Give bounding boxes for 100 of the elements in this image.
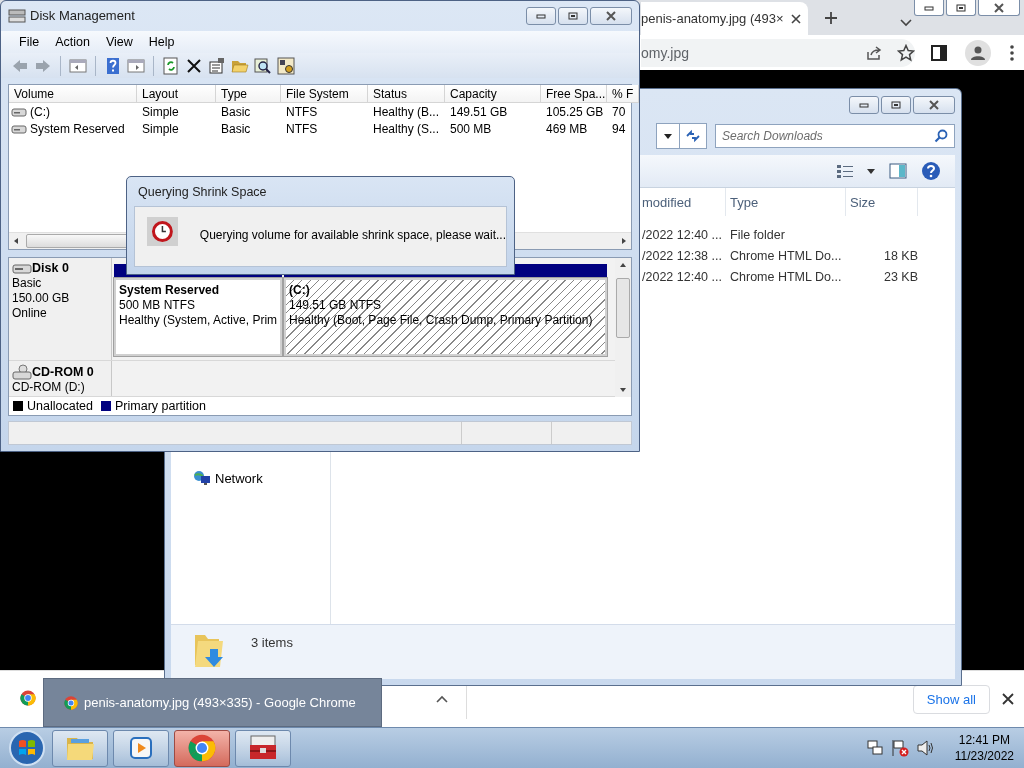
preview-pane-icon[interactable] — [889, 163, 907, 179]
profile-icon[interactable] — [965, 39, 991, 66]
chrome-logo-icon — [20, 689, 36, 706]
clock[interactable]: 12:41 PM 11/23/2022 — [954, 732, 1014, 764]
restore-icon — [568, 11, 578, 20]
clock-date: 11/23/2022 — [954, 748, 1014, 764]
close-icon[interactable] — [1002, 693, 1014, 705]
disk-label-panel[interactable]: Disk 0 Basic 150.00 GB Online — [9, 258, 112, 361]
network-icon[interactable] — [866, 740, 883, 756]
close-button[interactable] — [913, 96, 955, 114]
status-text: 3 items — [251, 635, 293, 650]
close-button[interactable] — [590, 6, 632, 25]
caret-up-icon[interactable] — [436, 695, 448, 703]
restore-button[interactable] — [881, 96, 911, 114]
table-cell-text: NTFS — [285, 104, 319, 121]
scroll-left-arrow-icon[interactable] — [12, 237, 20, 246]
dialog-title: Querying Shrink Space — [137, 183, 268, 201]
disk-info: CD-ROM (D:) — [12, 380, 86, 396]
star-icon[interactable] — [897, 43, 915, 62]
minimize-button[interactable] — [914, 0, 944, 16]
help-icon[interactable] — [104, 56, 122, 75]
taskbar-button[interactable] — [52, 729, 108, 767]
table-cell-text: 23 KB — [882, 269, 918, 284]
close-icon — [993, 2, 1005, 13]
disk-name: CD-ROM 0 — [32, 364, 94, 380]
properties-icon[interactable] — [208, 56, 226, 75]
restore-icon — [956, 3, 966, 12]
close-icon[interactable] — [790, 12, 802, 25]
refresh-icon[interactable] — [162, 56, 180, 75]
flag-icon[interactable] — [890, 739, 909, 757]
column-header[interactable]: File System — [281, 85, 368, 104]
window-title: penis-anatomy.jpg (493×335) - Google Chrome — [84, 695, 356, 710]
panel-icon[interactable] — [69, 56, 87, 75]
partition-block[interactable]: System Reserved 500 MB NTFS Healthy (System, Active, Prim — [114, 278, 282, 357]
settings-icon[interactable] — [277, 56, 295, 75]
delete-icon[interactable] — [185, 56, 203, 75]
menu-item[interactable]: File — [11, 31, 48, 52]
speaker-icon[interactable] — [916, 740, 935, 756]
disk-info: Basic — [12, 276, 43, 292]
restore-button[interactable] — [946, 0, 976, 16]
view-list-icon[interactable] — [837, 164, 853, 178]
column-header[interactable]: Type — [726, 188, 846, 216]
menu-item[interactable]: Action — [47, 31, 98, 52]
vertical-scrollbar[interactable] — [615, 258, 631, 398]
table-cell-text: /2022 12:40 ... — [641, 269, 723, 284]
panel-icon[interactable] — [127, 56, 145, 75]
table-cell-text: 105.25 GB — [545, 104, 605, 121]
table-cell-text: Simple — [141, 121, 180, 138]
dialog-message: Querying volume for available shrink space, please wait... — [199, 228, 506, 242]
folder-icon — [65, 735, 95, 761]
column-header[interactable]: Layout — [137, 85, 216, 104]
address-bar[interactable]: omy.jpg — [641, 38, 915, 67]
browser-tab[interactable]: penis-anatomy.jpg (493× — [641, 2, 808, 35]
restore-button[interactable] — [558, 6, 588, 25]
partition-name: System Reserved — [119, 283, 221, 299]
disk-label-panel[interactable]: CD-ROM 0 CD-ROM (D:) — [9, 361, 112, 397]
disk-name: Disk 0 — [32, 261, 69, 277]
search-icon — [934, 129, 948, 143]
dropdown-button[interactable] — [656, 123, 679, 149]
help-icon[interactable] — [921, 161, 941, 181]
menu-item[interactable]: View — [97, 31, 141, 52]
column-header[interactable]: Free Spa... — [541, 85, 607, 104]
close-button[interactable] — [978, 0, 1020, 16]
taskbar-button[interactable] — [174, 729, 230, 767]
chevron-down-icon[interactable] — [900, 19, 912, 27]
start-button[interactable] — [8, 729, 46, 767]
column-header[interactable]: Size — [846, 188, 918, 216]
magnifier-icon[interactable] — [254, 56, 272, 75]
minimize-button[interactable] — [849, 96, 879, 114]
partition-block[interactable]: (C:) 149.51 GB NTFS Healthy (Boot, Page File, Crash Dump, Primary Partition) — [284, 278, 607, 357]
table-cell-text: NTFS — [285, 121, 319, 138]
refresh-arrows-icon — [685, 129, 701, 143]
table-cell-text: Basic — [220, 121, 252, 138]
column-header[interactable]: Type — [216, 85, 281, 104]
minimize-icon — [924, 4, 934, 11]
menu-icon[interactable] — [1009, 44, 1015, 61]
taskbar-button[interactable] — [235, 729, 291, 767]
refresh-button[interactable] — [679, 123, 707, 149]
table-cell-text: 94 — [611, 121, 627, 138]
column-header[interactable]: Capacity — [445, 85, 541, 104]
play-icon — [128, 735, 154, 761]
minimize-button[interactable] — [526, 6, 556, 25]
column-header[interactable]: Status — [368, 85, 445, 104]
table-cell-text: Healthy (B... — [372, 104, 441, 121]
search-field[interactable]: Search Downloads — [715, 124, 955, 148]
show-all-button[interactable]: Show all — [912, 684, 990, 714]
side-panel-icon[interactable] — [931, 44, 947, 61]
table-cell: System Reserved — [30, 122, 125, 136]
partition-name: (C:) — [289, 283, 311, 299]
scroll-right-arrow-icon[interactable] — [620, 237, 628, 246]
clock-time: 12:41 PM — [958, 732, 1011, 748]
nav-item[interactable]: Network — [193, 470, 330, 486]
caret-down-icon[interactable] — [867, 168, 875, 174]
menu-item[interactable]: Help — [140, 31, 183, 52]
column-header[interactable]: Volume — [9, 85, 137, 104]
column-header[interactable]: % F — [607, 85, 640, 104]
scroll-down-arrow-icon[interactable] — [619, 387, 627, 394]
taskbar-button[interactable] — [113, 729, 169, 767]
share-icon[interactable] — [865, 43, 883, 62]
scroll-up-arrow-icon[interactable] — [619, 262, 627, 269]
